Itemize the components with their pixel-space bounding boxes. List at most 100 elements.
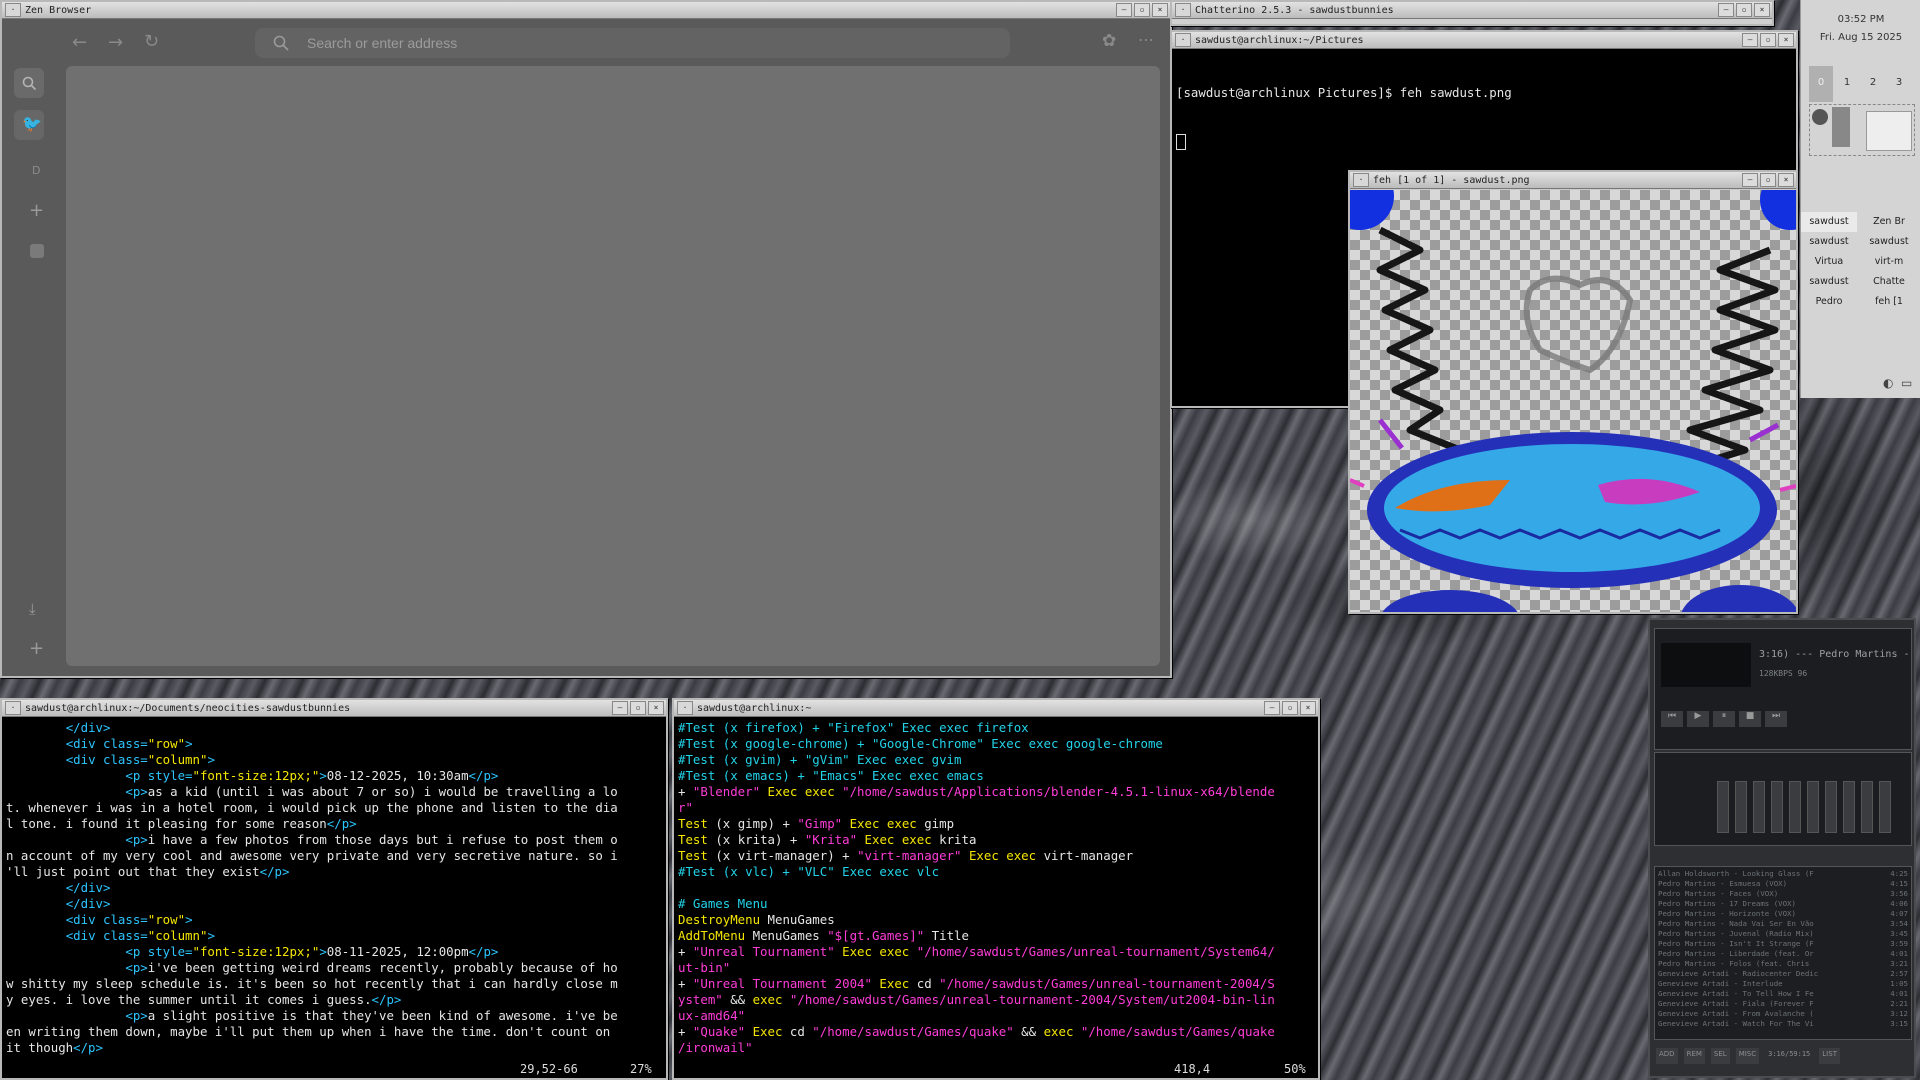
eq-slider[interactable] — [1735, 781, 1747, 833]
browser-content[interactable] — [66, 66, 1160, 666]
extensions-icon[interactable]: ✿ — [1102, 31, 1116, 51]
playlist-item[interactable]: Pedro Martins - Horizonte (VOX) 4:07 — [1655, 909, 1911, 919]
eq-slider[interactable] — [1771, 781, 1783, 833]
previous-icon[interactable]: ⏮ — [1661, 711, 1683, 727]
eq-slider[interactable] — [1843, 781, 1855, 833]
playlist-add-button[interactable]: ADD — [1656, 1048, 1678, 1064]
window-menu-button[interactable]: · — [1175, 33, 1191, 47]
pager-minimap[interactable] — [1809, 104, 1915, 156]
new-tab-plus-icon[interactable]: + — [29, 200, 44, 221]
workspace-2[interactable]: 2 — [1861, 66, 1885, 102]
maximize-button[interactable]: ▫ — [1760, 33, 1776, 47]
close-button[interactable]: × — [1754, 3, 1770, 17]
eq-slider[interactable] — [1717, 781, 1729, 833]
minimize-button[interactable]: – — [1742, 173, 1758, 187]
close-button[interactable]: × — [648, 701, 664, 715]
close-button[interactable]: × — [1152, 3, 1168, 17]
playlist-misc-button[interactable]: MISC — [1735, 1048, 1760, 1064]
playlist-list-button[interactable]: LIST — [1819, 1048, 1840, 1064]
task-item[interactable]: virt-m — [1857, 252, 1920, 272]
tray-window-icon[interactable]: ▭ — [1901, 376, 1912, 390]
window-menu-button[interactable]: · — [5, 701, 21, 715]
terminal-titlebar[interactable]: · sawdust@archlinux:~ – ▫ × — [674, 700, 1318, 717]
forward-arrow-icon[interactable]: → — [108, 32, 123, 53]
task-item[interactable]: Zen Br — [1857, 212, 1920, 232]
minimize-button[interactable]: – — [1718, 3, 1734, 17]
playlist-item[interactable]: Genevieve Artadi - Radiocenter Dedic 2:57 — [1655, 969, 1911, 979]
maximize-button[interactable]: ▫ — [630, 701, 646, 715]
eq-slider[interactable] — [1753, 781, 1765, 833]
playlist-sel-button[interactable]: SEL — [1710, 1048, 1730, 1064]
task-item[interactable]: Chatte — [1857, 272, 1920, 292]
close-button[interactable]: × — [1300, 701, 1316, 715]
close-button[interactable]: × — [1778, 173, 1794, 187]
task-item[interactable]: sawdust — [1801, 212, 1857, 232]
task-item[interactable]: feh [1 — [1857, 292, 1920, 312]
playlist-item[interactable]: Allan Holdsworth - Looking Glass (F 4:25 — [1655, 869, 1911, 879]
playlist-item[interactable]: Genevieve Artadi - Interlude 1:05 — [1655, 979, 1911, 989]
reload-icon[interactable]: ↻ — [144, 31, 159, 52]
task-item[interactable]: sawdust — [1857, 232, 1920, 252]
feh-titlebar[interactable]: · feh [1 of 1] - sawdust.png – ▫ × — [1350, 172, 1796, 189]
tab-placeholder-icon[interactable] — [30, 244, 44, 258]
pause-icon[interactable]: ⏸ — [1713, 711, 1735, 727]
stop-icon[interactable]: ■ — [1739, 711, 1761, 727]
playlist-item[interactable]: Pedro Martins - Nada Vai Ser En Vão 3:54 — [1655, 919, 1911, 929]
terminal-titlebar[interactable]: · sawdust@archlinux:~/Documents/neocitie… — [2, 700, 666, 717]
twitter-tab[interactable]: 🐦 — [14, 110, 44, 140]
minimize-button[interactable]: – — [612, 701, 628, 715]
download-icon[interactable]: ⤓ — [29, 600, 36, 618]
window-menu-button[interactable]: · — [1175, 3, 1191, 17]
eq-slider[interactable] — [1879, 781, 1891, 833]
maximize-button[interactable]: ▫ — [1134, 3, 1150, 17]
workspace-3[interactable]: 3 — [1887, 66, 1911, 102]
close-button[interactable]: × — [1778, 33, 1794, 47]
task-item[interactable]: Virtua — [1801, 252, 1857, 272]
playlist-item[interactable]: Pedro Martins - Liberdade (feat. Or 4:01 — [1655, 949, 1911, 959]
task-item[interactable]: Pedro — [1801, 292, 1857, 312]
workspace-1[interactable]: 1 — [1835, 66, 1859, 102]
eq-slider[interactable] — [1789, 781, 1801, 833]
playlist-item[interactable]: Pedro Martins - Esmuesa (VOX) 4:15 — [1655, 879, 1911, 889]
chatterino-titlebar[interactable]: · Chatterino 2.5.3 - sawdustbunnies – ▫ … — [1172, 2, 1772, 19]
playlist-item[interactable]: Pedro Martins - Folos (feat. Chris 3:21 — [1655, 959, 1911, 969]
playlist-item[interactable]: Genevieve Artadi - From Avalanche (3:12 — [1655, 1009, 1911, 1019]
playlist-item[interactable]: Genevieve Artadi - Watch For The Vi 3:15 — [1655, 1019, 1911, 1029]
eq-slider[interactable] — [1861, 781, 1873, 833]
maximize-button[interactable]: ▫ — [1282, 701, 1298, 715]
eq-slider[interactable] — [1807, 781, 1819, 833]
playlist-item[interactable]: Genevieve Artadi - To Tell How I Fe 4:01 — [1655, 989, 1911, 999]
vim-buffer[interactable]: #Test (x firefox) + "Firefox" Exec exec … — [678, 720, 1314, 1060]
terminal-titlebar[interactable]: · sawdust@archlinux:~/Pictures – ▫ × — [1172, 32, 1796, 49]
playlist-item[interactable]: Pedro Martins - Faces (VOX) 3:56 — [1655, 889, 1911, 899]
add-workspace-plus-icon[interactable]: + — [29, 638, 44, 659]
browser-titlebar[interactable]: · Zen Browser – ▫ × — [2, 2, 1170, 19]
workspace-0[interactable]: 0 — [1809, 66, 1833, 102]
playlist-item[interactable]: Pedro Martins - Isn't It Strange (F 3:59 — [1655, 939, 1911, 949]
tray-icon[interactable]: ◐ — [1883, 376, 1893, 390]
maximize-button[interactable]: ▫ — [1760, 173, 1776, 187]
back-arrow-icon[interactable]: ← — [72, 32, 87, 53]
task-item[interactable]: sawdust — [1801, 232, 1857, 252]
sidebar-tab-d[interactable]: D — [32, 164, 40, 177]
task-item[interactable]: sawdust — [1801, 272, 1857, 292]
terminal-output[interactable]: [sawdust@archlinux Pictures]$ feh sawdus… — [1172, 49, 1796, 185]
window-menu-button[interactable]: · — [677, 701, 693, 715]
playlist-item[interactable]: Genevieve Artadi - Fiala (Forever F 2:21 — [1655, 999, 1911, 1009]
more-menu-icon[interactable]: ⋯ — [1138, 30, 1154, 49]
next-icon[interactable]: ⏭ — [1765, 711, 1787, 727]
minimize-button[interactable]: – — [1264, 701, 1280, 715]
sidebar-search-button[interactable] — [14, 68, 44, 98]
playlist-item[interactable]: Pedro Martins - Juvenal (Radio Mix) 3:45 — [1655, 929, 1911, 939]
eq-slider[interactable] — [1825, 781, 1837, 833]
window-menu-button[interactable]: · — [5, 3, 21, 17]
window-menu-button[interactable]: · — [1353, 173, 1369, 187]
play-icon[interactable]: ▶ — [1687, 711, 1709, 727]
vim-buffer[interactable]: </div> <div class="row"> <div class="col… — [6, 720, 662, 1060]
playlist-item[interactable]: Pedro Martins - 17 Dreams (VOX) 4:06 — [1655, 899, 1911, 909]
maximize-button[interactable]: ▫ — [1736, 3, 1752, 17]
playlist-rem-button[interactable]: REM — [1683, 1048, 1705, 1064]
minimize-button[interactable]: – — [1116, 3, 1132, 17]
minimize-button[interactable]: – — [1742, 33, 1758, 47]
url-bar[interactable]: Search or enter address — [255, 28, 1010, 58]
